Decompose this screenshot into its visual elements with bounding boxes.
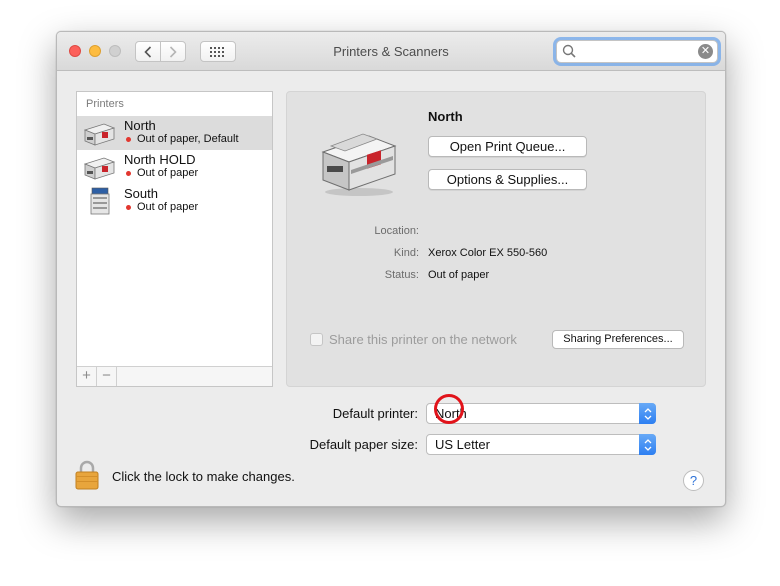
printer-status: Out of paper, Default <box>137 133 239 145</box>
sharing-preferences-button[interactable]: Sharing Preferences... <box>552 330 684 349</box>
default-paper-size-value: US Letter <box>435 437 490 452</box>
printers-header: Printers <box>86 98 124 110</box>
printer-detail-panel: North Open Print Queue... Options & Supp… <box>286 91 706 387</box>
printer-status: Out of paper <box>137 167 199 179</box>
printer-row-north-hold[interactable]: North HOLD Out of paper <box>77 150 272 184</box>
large-printer-icon <box>321 133 397 196</box>
printer-list[interactable]: Printers North Out of paper, Default Nor <box>76 91 273 387</box>
up-down-arrows-icon <box>639 403 656 424</box>
printer-name: South <box>124 186 158 201</box>
status-dot-icon <box>126 171 131 176</box>
lock-message: Click the lock to make changes. <box>112 469 295 484</box>
search-icon <box>562 44 576 58</box>
default-paper-size-label: Default paper size: <box>309 437 418 452</box>
status-dot-icon <box>126 205 131 210</box>
highlight-circle <box>434 394 464 424</box>
status-label: Status: <box>384 269 419 281</box>
copier-icon <box>90 187 110 215</box>
open-print-queue-button[interactable]: Open Print Queue... <box>428 136 587 157</box>
printer-row-south[interactable]: South Out of paper <box>77 184 272 218</box>
title-bar: Printers & Scanners ✕ <box>57 32 725 71</box>
selected-printer-name: North <box>428 109 463 124</box>
help-button[interactable]: ? <box>683 470 704 491</box>
lock-icon[interactable] <box>75 460 99 490</box>
kind-value: Xerox Color EX 550-560 <box>428 247 548 259</box>
default-printer-label: Default printer: <box>332 406 418 421</box>
printer-row-north[interactable]: North Out of paper, Default <box>77 116 272 150</box>
share-printer-checkbox[interactable] <box>310 333 323 346</box>
share-printer-row: Share this printer on the network <box>310 332 517 347</box>
clear-search-icon[interactable]: ✕ <box>698 44 713 59</box>
add-printer-button[interactable]: + <box>77 367 97 386</box>
printers-scanners-window: Printers & Scanners ✕ Printers North Out… <box>56 31 726 507</box>
printer-status: Out of paper <box>137 201 199 213</box>
search-field[interactable]: ✕ <box>556 40 718 63</box>
location-label: Location: <box>374 225 419 237</box>
status-dot-icon <box>126 137 131 142</box>
status-value: Out of paper <box>428 269 490 281</box>
printer-name: North <box>124 118 156 133</box>
options-supplies-button[interactable]: Options & Supplies... <box>428 169 587 190</box>
printer-icon <box>83 123 116 146</box>
list-footer: + − <box>77 366 272 386</box>
printer-icon <box>83 157 116 180</box>
share-printer-label: Share this printer on the network <box>329 332 517 347</box>
kind-label: Kind: <box>393 247 419 259</box>
up-down-arrows-icon <box>639 434 656 455</box>
remove-printer-button[interactable]: − <box>97 367 117 386</box>
printer-name: North HOLD <box>124 152 196 167</box>
default-paper-size-select[interactable]: US Letter <box>426 434 656 455</box>
